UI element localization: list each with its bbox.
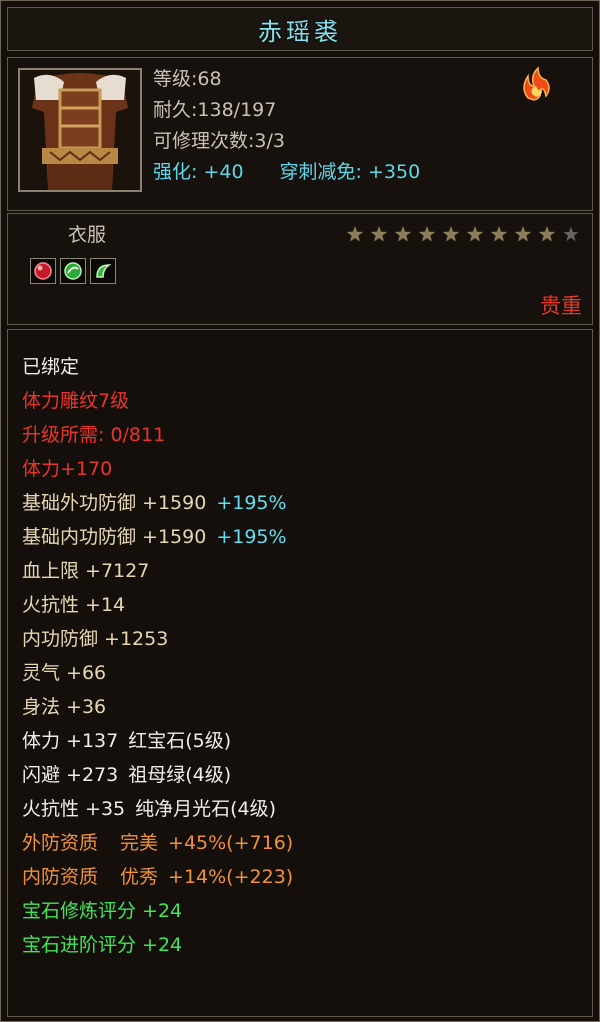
int-defense-base: 基础内功防御 +1590: [22, 526, 207, 548]
fire-resistance: 火抗性 +14: [22, 594, 126, 616]
star-filled-icon: ★: [538, 222, 556, 246]
star-filled-icon: ★: [514, 222, 532, 246]
internal-defense: 内功防御 +1253: [22, 628, 169, 650]
star-filled-icon: ★: [466, 222, 484, 246]
durability-text: 耐久:138/197: [153, 99, 277, 121]
star-filled-icon: ★: [346, 222, 364, 246]
gem-advance-score: 宝石进阶评分 +24: [22, 934, 183, 956]
emerald-gem-icon[interactable]: [60, 258, 86, 284]
bound-status: 已绑定: [22, 356, 80, 378]
gem-bonus-moonstone: 火抗性 +35 纯净月光石(4级): [22, 798, 277, 820]
stamina-bonus: 体力+170: [22, 458, 113, 480]
item-category: 衣服: [68, 224, 107, 246]
enhance-text: 强化: +40: [153, 161, 244, 183]
int-defense-pct: +195%: [216, 526, 287, 548]
pierce-reduction-text: 穿刺减免: +350: [279, 161, 421, 183]
ext-defense-pct: +195%: [216, 492, 287, 514]
title-bar: 赤瑶裘: [7, 7, 593, 51]
armor-image: [20, 70, 140, 190]
gem-slots: [30, 258, 116, 284]
star-filled-icon: ★: [394, 222, 412, 246]
item-portrait[interactable]: [18, 68, 142, 192]
rarity-label: 贵重: [540, 294, 582, 318]
agility: 身法 +36: [22, 696, 107, 718]
item-subheader: 衣服 ★ ★ ★ ★ ★ ★ ★ ★ ★ ★ 贵重: [7, 213, 593, 325]
carve-level: 体力雕纹7级: [22, 390, 130, 412]
star-empty-icon: ★: [562, 222, 580, 246]
star-filled-icon: ★: [442, 222, 460, 246]
item-stats: 等级:68 耐久:138/197 可修理次数:3/3 强化: +40 穿刺减免: …: [153, 64, 420, 188]
item-name: 赤瑶裘: [258, 17, 342, 46]
hp-max: 血上限 +7127: [22, 560, 150, 582]
moonstone-gem-icon[interactable]: [90, 258, 116, 284]
gem-refine-score: 宝石修炼评分 +24: [22, 900, 183, 922]
star-filled-icon: ★: [418, 222, 436, 246]
item-tooltip: 赤瑶裘 等级:68 耐久:138/197 可修理次数:3/3 强化: +40 穿刺: [0, 0, 600, 1022]
fire-attribute-icon: [523, 66, 550, 101]
ruby-gem-icon[interactable]: [30, 258, 56, 284]
int-quality: 内防资质 优秀 +14%(+223): [22, 866, 294, 888]
enhance-row: 强化: +40 穿刺减免: +350: [153, 157, 420, 188]
ext-quality: 外防资质 完美 +45%(+716): [22, 832, 294, 854]
ext-defense-row: 基础外功防御 +1590 +195%: [22, 486, 293, 520]
gem-bonus-ruby: 体力 +137 红宝石(5级): [22, 730, 232, 752]
spirit: 灵气 +66: [22, 662, 107, 684]
gem-bonus-emerald: 闪避 +273 祖母绿(4级): [22, 764, 232, 786]
item-header: 等级:68 耐久:138/197 可修理次数:3/3 强化: +40 穿刺减免: …: [7, 57, 593, 211]
star-rating: ★ ★ ★ ★ ★ ★ ★ ★ ★ ★: [344, 224, 582, 244]
level-text: 等级:68: [153, 68, 222, 90]
star-filled-icon: ★: [490, 222, 508, 246]
ext-defense-base: 基础外功防御 +1590: [22, 492, 207, 514]
item-attributes: 已绑定 体力雕纹7级 升级所需: 0/811 体力+170 基础外功防御 +15…: [7, 329, 593, 1017]
star-filled-icon: ★: [370, 222, 388, 246]
upgrade-requirement: 升级所需: 0/811: [22, 424, 166, 446]
int-defense-row: 基础内功防御 +1590 +195%: [22, 520, 293, 554]
repair-count-text: 可修理次数:3/3: [153, 130, 285, 152]
